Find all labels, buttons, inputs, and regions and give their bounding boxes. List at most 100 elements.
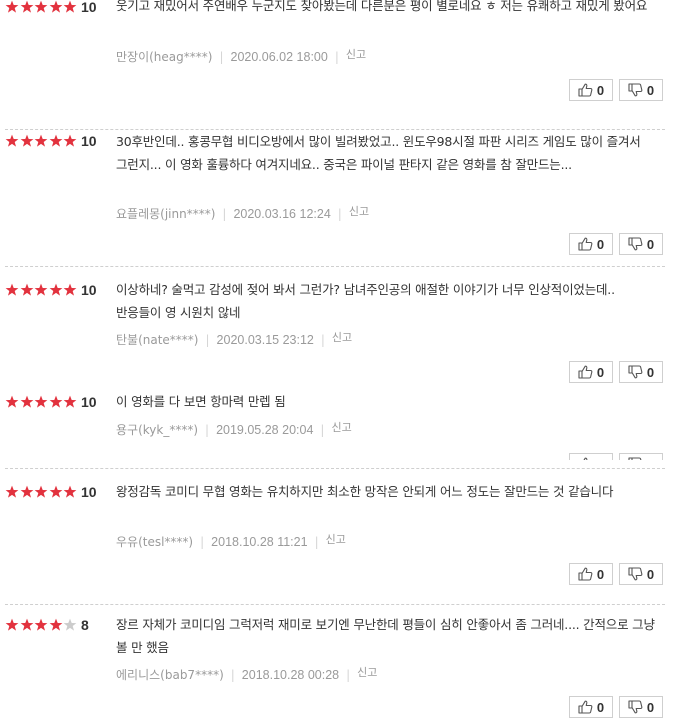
star-filled-icon [20, 134, 35, 150]
like-button[interactable]: 0 [569, 361, 613, 383]
rating-score: 10 [81, 283, 97, 298]
thumbs-down-icon [628, 365, 643, 379]
star-rating [5, 134, 78, 150]
star-filled-icon [34, 618, 49, 634]
star-filled-icon [5, 134, 20, 150]
review-date: 2020.03.15 23:12 [216, 333, 314, 347]
like-button[interactable]: 0 [569, 563, 613, 585]
dislike-count: 0 [646, 236, 655, 252]
star-filled-icon [63, 134, 78, 150]
like-count: 0 [596, 699, 605, 715]
review-meta: 에리니스(bab7****) | 2018.10.28 00:28 | 신고 [116, 666, 378, 682]
star-rating [5, 485, 78, 501]
star-rating [5, 618, 78, 634]
dislike-button[interactable]: 0 [619, 563, 663, 585]
star-empty-icon [63, 618, 78, 634]
report-link[interactable]: 신고 [349, 205, 369, 218]
report-link[interactable]: 신고 [331, 421, 351, 434]
like-count: 0 [596, 82, 605, 98]
star-rating [5, 0, 78, 16]
dislike-button[interactable]: 0 [619, 79, 663, 101]
star-filled-icon [5, 485, 20, 501]
star-filled-icon [63, 283, 78, 299]
review-text: 웃기고 재밌어서 주연배우 누군지도 찾아봤는데 다른분은 평이 별로네요 ㅎ … [116, 0, 648, 13]
thumbs-down-icon [628, 567, 643, 581]
review-date: 2018.10.28 11:21 [211, 535, 308, 549]
review-item: 8 장르 자체가 코미디임 그럭저럭 재미로 보기엔 무난한데 평들이 심히 안… [0, 618, 700, 721]
dislike-button[interactable]: 0 [619, 696, 663, 718]
star-filled-icon [49, 395, 64, 411]
star-filled-icon [63, 0, 78, 16]
review-separator [5, 266, 665, 267]
review-text: 30후반인데.. 홍콩무협 비디오방에서 많이 빌려봤었고.. 윈도우98시절 … [116, 134, 641, 172]
review-separator [5, 129, 665, 130]
star-filled-icon [34, 283, 49, 299]
star-filled-icon [49, 283, 64, 299]
report-link[interactable]: 신고 [326, 533, 346, 546]
review-date: 2019.05.28 20:04 [216, 423, 314, 437]
star-filled-icon [49, 134, 64, 150]
review-item: 10 이 영화를 다 보면 항마력 만렙 됨 용구(kyk_****) | 2019… [0, 395, 700, 460]
author-name[interactable]: 우유(tesl****) [116, 535, 193, 549]
review-text: 장르 자체가 코미디임 그럭저럭 재미로 보기엔 무난한데 평들이 심히 안좋아… [116, 618, 655, 655]
review-text: 왕정감독 코미디 무협 영화는 유치하지만 최소한 망작은 안되게 어느 정도는… [116, 485, 614, 499]
star-filled-icon [5, 618, 20, 634]
review-separator [5, 604, 665, 605]
star-filled-icon [5, 395, 20, 411]
author-name[interactable]: 에리니스(bab7****) [116, 668, 224, 682]
review-meta: 요플레몽(jinn****) | 2020.03.16 12:24 | 신고 [116, 205, 370, 221]
star-filled-icon [20, 283, 35, 299]
review-item: 10 30후반인데.. 홍콩무협 비디오방에서 많이 빌려봤었고.. 윈도우98… [0, 132, 700, 262]
review-date: 2020.03.16 12:24 [233, 207, 331, 221]
thumbs-up-icon [578, 83, 593, 97]
star-filled-icon [34, 485, 49, 501]
thumbs-down-icon [628, 83, 643, 97]
dislike-button[interactable]: 0 [619, 233, 663, 255]
star-filled-icon [49, 0, 64, 16]
review-date: 2018.10.28 00:28 [241, 668, 340, 682]
review-meta: 용구(kyk_****) | 2019.05.28 20:04 | 신고 [116, 421, 352, 437]
report-link[interactable]: 신고 [346, 48, 366, 61]
star-filled-icon [49, 485, 64, 501]
rating-score: 8 [81, 618, 89, 633]
dislike-count: 0 [646, 364, 655, 380]
like-button[interactable]: 0 [569, 233, 613, 255]
star-filled-icon [20, 485, 35, 501]
dislike-button[interactable]: 0 [619, 361, 663, 383]
star-rating [5, 395, 78, 411]
thumbs-down-icon [628, 237, 643, 251]
review-item: 10 웃기고 재밌어서 주연배우 누군지도 찾아봤는데 다른분은 평이 별로네요… [0, 0, 700, 110]
report-link[interactable]: 신고 [332, 331, 352, 344]
dislike-count: 0 [647, 457, 654, 461]
review-item: 10 왕정감독 코미디 무협 영화는 유치하지만 최소한 망작은 안되게 어느 … [0, 485, 700, 589]
dislike-count: 0 [646, 82, 655, 98]
like-count: 0 [597, 457, 604, 461]
like-count: 0 [596, 364, 605, 380]
thumbs-up-icon [578, 567, 593, 581]
author-name[interactable]: 탄불(nate****) [116, 333, 199, 347]
rating-score: 10 [81, 0, 97, 15]
author-name[interactable]: 용구(kyk_****) [116, 423, 198, 437]
like-count: 0 [596, 236, 605, 252]
star-filled-icon [20, 618, 35, 634]
rating-score: 10 [81, 395, 97, 410]
dislike-count: 0 [646, 566, 655, 582]
thumbs-up-icon [578, 457, 593, 460]
like-button[interactable]: 0 [569, 453, 613, 460]
report-link[interactable]: 신고 [357, 666, 377, 679]
dislike-button[interactable]: 0 [619, 453, 663, 460]
like-button[interactable]: 0 [569, 696, 613, 718]
star-filled-icon [49, 618, 64, 634]
review-meta: 탄불(nate****) | 2020.03.15 23:12 | 신고 [116, 331, 353, 347]
like-button[interactable]: 0 [569, 79, 613, 101]
author-name[interactable]: 만장이(heag****) [116, 50, 212, 64]
thumbs-up-icon [578, 365, 593, 379]
star-filled-icon [20, 0, 35, 16]
thumbs-down-icon [628, 457, 643, 460]
star-rating [5, 283, 78, 299]
thumbs-down-icon [628, 700, 643, 714]
review-meta: 우유(tesl****) | 2018.10.28 11:21 | 신고 [116, 533, 346, 549]
dislike-count: 0 [646, 699, 655, 715]
author-name[interactable]: 요플레몽(jinn****) [116, 207, 215, 221]
thumbs-up-icon [578, 237, 593, 251]
